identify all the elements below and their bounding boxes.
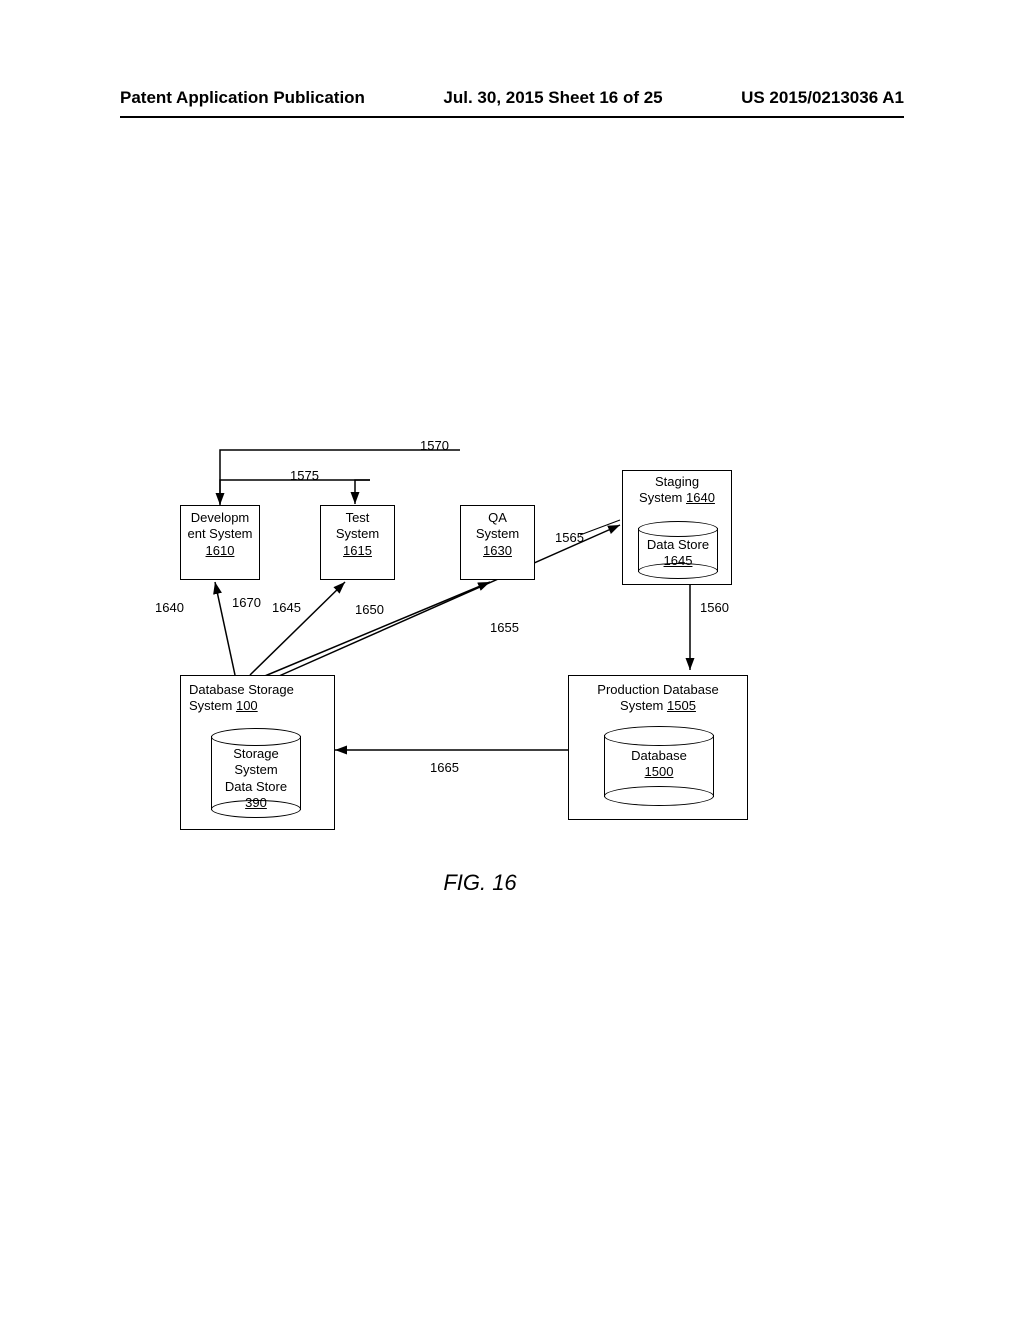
box-test-system: Test System 1615: [320, 505, 395, 580]
prod-label: Production Database System 1505: [577, 682, 739, 715]
label-1645: 1645: [272, 600, 301, 615]
leader-1565: [580, 520, 620, 535]
arrow-1570: [220, 450, 460, 505]
label-1650: 1650: [355, 602, 384, 617]
box-dev-label: Developm ent System: [187, 510, 252, 541]
ssds-ref: 390: [245, 795, 267, 810]
box-db-storage-system: Database Storage System 100 Storage Syst…: [180, 675, 335, 830]
box-qa-label: QA System: [476, 510, 519, 541]
figure-caption: FIG. 16: [160, 870, 800, 896]
box-qa-system: QA System 1630: [460, 505, 535, 580]
header-center: Jul. 30, 2015 Sheet 16 of 25: [443, 88, 662, 108]
database-label: Database: [631, 748, 687, 763]
label-1640: 1640: [155, 600, 184, 615]
label-1570: 1570: [420, 438, 449, 453]
database-ref: 1500: [645, 764, 674, 779]
header-right: US 2015/0213036 A1: [741, 88, 904, 108]
box-test-label: Test System: [336, 510, 379, 541]
arrow-to-qa: [260, 582, 490, 678]
label-1560: 1560: [700, 600, 729, 615]
box-test-ref: 1615: [343, 543, 372, 558]
cylinder-ssds: Storage System Data Store 390: [211, 728, 301, 818]
box-dev-system: Developm ent System 1610: [180, 505, 260, 580]
box-dev-ref: 1610: [206, 543, 235, 558]
box-staging-system: Staging System 1640 Data Store 1645: [622, 470, 732, 585]
arrow-to-test: [250, 582, 345, 675]
page-header: Patent Application Publication Jul. 30, …: [0, 88, 1024, 118]
header-rule: [120, 116, 904, 118]
label-1665: 1665: [430, 760, 459, 775]
ssds-label: Storage System Data Store: [225, 746, 287, 794]
label-1565: 1565: [555, 530, 584, 545]
label-1575: 1575: [290, 468, 319, 483]
box-staging-label: Staging System 1640: [623, 474, 731, 507]
box-qa-ref: 1630: [483, 543, 512, 558]
arrow-1575: [220, 480, 370, 504]
page: Patent Application Publication Jul. 30, …: [0, 0, 1024, 1320]
cylinder-datastore: Data Store 1645: [638, 521, 718, 579]
label-1670: 1670: [232, 595, 261, 610]
label-1655: 1655: [490, 620, 519, 635]
header-left: Patent Application Publication: [120, 88, 365, 108]
datastore-ref: 1645: [664, 553, 693, 568]
cylinder-database: Database 1500: [604, 726, 714, 806]
datastore-label: Data Store: [647, 537, 709, 552]
box-prod-db-system: Production Database System 1505 Database…: [568, 675, 748, 820]
dbss-label: Database Storage System 100: [189, 682, 326, 715]
figure-16: Developm ent System 1610 Test System 161…: [160, 420, 800, 900]
